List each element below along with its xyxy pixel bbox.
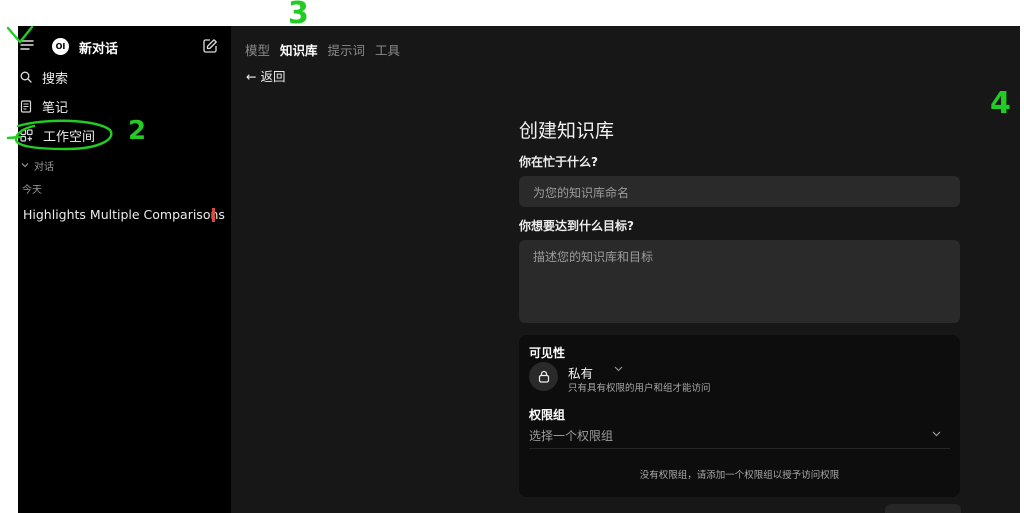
sidebar-item-label: 搜索 xyxy=(42,71,69,87)
date-group-label: 今天 xyxy=(22,185,42,196)
page-title: 创建知识库 xyxy=(519,120,615,142)
new-chat-button[interactable]: 新对话 xyxy=(79,38,118,57)
compose-icon[interactable] xyxy=(202,38,218,54)
app-window: OI 新对话 搜索 笔记 工作空间 对话 今天 Highlights Multi… xyxy=(18,26,1020,513)
tab-knowledge[interactable]: 知识库 xyxy=(280,40,318,59)
create-button[interactable] xyxy=(885,504,961,513)
chat-list-item[interactable]: Highlights Multiple Comparisons xyxy=(23,207,225,222)
back-button[interactable]: ← 返回 xyxy=(246,66,285,85)
annotation-arrow xyxy=(6,25,34,44)
tab-tools[interactable]: 工具 xyxy=(375,40,400,59)
name-question: 你在忙于什么? xyxy=(519,155,598,169)
sidebar-item-search[interactable]: 搜索 xyxy=(18,66,68,88)
goal-question: 你想要达到什么目标? xyxy=(519,219,634,233)
visibility-label: 可见性 xyxy=(529,346,566,360)
notes-icon xyxy=(20,99,32,113)
lock-icon xyxy=(529,362,558,391)
tab-bar: 模型 知识库 提示词 工具 xyxy=(245,40,400,59)
annotation-number: 3 xyxy=(288,0,309,31)
name-input[interactable]: 为您的知识库命名 xyxy=(519,176,960,207)
visibility-description: 只有具有权限的用户和组才能访问 xyxy=(568,383,711,394)
sidebar-item-notes[interactable]: 笔记 xyxy=(18,95,68,117)
annotation-number: 4 xyxy=(990,86,1011,121)
access-settings-card: 可见性 私有 只有具有权限的用户和组才能访问 权限组 选择一个权限组 没有权限组… xyxy=(519,335,960,497)
annotation-number: 2 xyxy=(128,116,147,146)
search-icon xyxy=(20,71,32,83)
main-content: 模型 知识库 提示词 工具 ← 返回 创建知识库 你在忙于什么? 为您的知识库命… xyxy=(231,26,1020,513)
chats-section-toggle[interactable]: 对话 xyxy=(18,154,54,176)
chevron-down-icon xyxy=(21,162,29,168)
tab-models[interactable]: 模型 xyxy=(245,40,270,59)
name-input-placeholder: 为您的知识库命名 xyxy=(533,186,630,200)
goal-textarea[interactable]: 描述您的知识库和目标 xyxy=(519,240,960,323)
app-logo: OI xyxy=(52,38,69,55)
divider xyxy=(529,448,950,449)
chevron-down-icon[interactable] xyxy=(932,431,941,437)
goal-textarea-placeholder: 描述您的知识库和目标 xyxy=(533,250,654,264)
chevron-down-icon[interactable] xyxy=(614,366,623,372)
sidebar: OI 新对话 搜索 笔记 工作空间 对话 今天 Highlights Multi… xyxy=(18,26,231,513)
empty-groups-message: 没有权限组，请添加一个权限组以授予访问权限 xyxy=(639,470,840,481)
annotation-ellipse xyxy=(6,119,113,151)
tab-prompts[interactable]: 提示词 xyxy=(328,40,366,59)
group-select[interactable]: 选择一个权限组 xyxy=(529,427,613,444)
groups-label: 权限组 xyxy=(529,408,566,422)
section-label: 对话 xyxy=(34,161,54,173)
chat-item-overflow-marker xyxy=(212,208,215,222)
sidebar-item-label: 笔记 xyxy=(42,100,69,116)
